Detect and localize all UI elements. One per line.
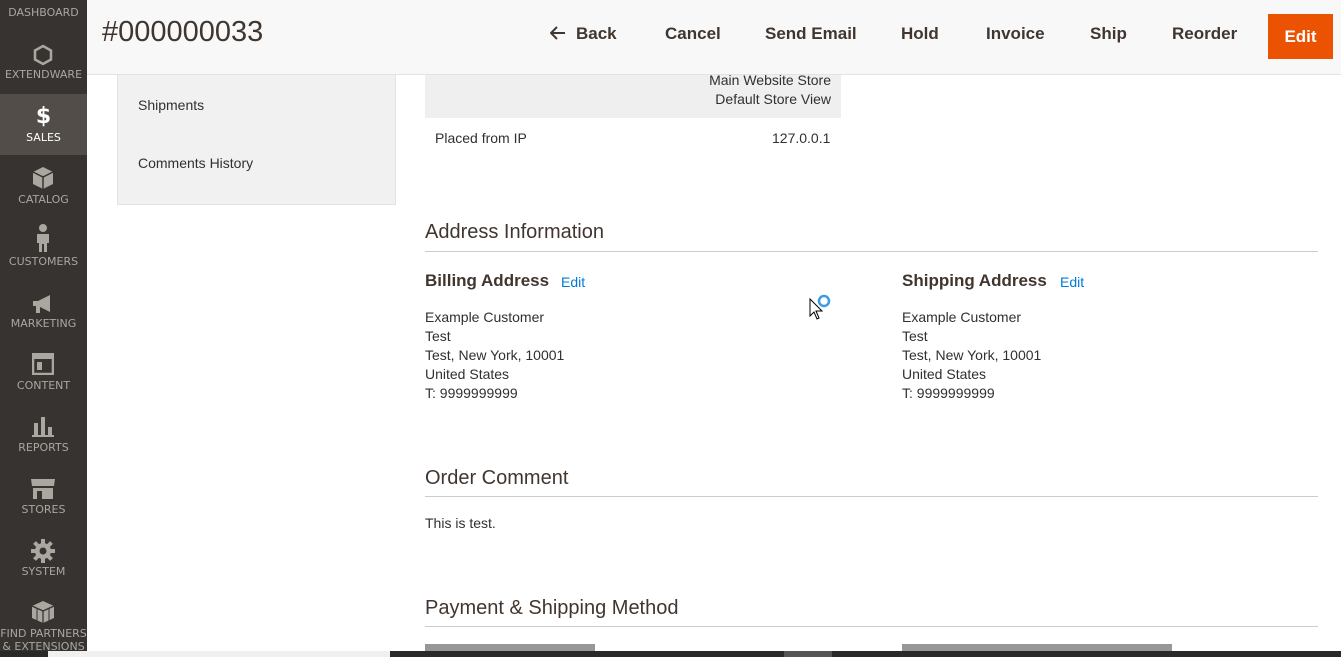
sidebar-item-extendware[interactable]: EXTENDWARE xyxy=(0,34,87,90)
page-actions-header: #000000033 Back Cancel Send Email Hold I… xyxy=(87,0,1341,75)
megaphone-icon xyxy=(33,295,50,313)
sidebar-item-label: MARKETING xyxy=(10,317,77,330)
hexagon-icon xyxy=(33,44,53,66)
page-title: #000000033 xyxy=(102,16,264,48)
sidebar-item-catalog[interactable]: CATALOG xyxy=(0,158,87,214)
billing-address-title: Billing Address xyxy=(425,271,550,290)
billing-line: Test, New York, 10001 xyxy=(425,347,565,363)
payment-shipping-title: Payment & Shipping Method xyxy=(425,597,679,619)
divider xyxy=(425,626,1318,627)
sidebar-item-content[interactable]: CONTENT xyxy=(0,344,87,400)
gear-icon xyxy=(31,539,55,563)
scrollbar-thumb[interactable] xyxy=(784,651,832,657)
sidebar-item-system[interactable]: SYSTEM xyxy=(0,530,87,586)
sidebar-item-find-partners[interactable]: FIND PARTNERS & EXTENSIONS xyxy=(0,592,87,657)
sidebar-item-label: SYSTEM xyxy=(21,565,66,578)
divider xyxy=(425,496,1318,497)
cancel-button[interactable]: Cancel xyxy=(665,24,721,44)
box-icon xyxy=(32,167,54,189)
order-comment-text: This is test. xyxy=(425,515,496,531)
back-button-label: Back xyxy=(576,24,617,43)
dollar-icon: $ xyxy=(35,104,52,129)
tab-comments-history[interactable]: Comments History xyxy=(138,155,253,171)
sidebar-item-stores[interactable]: STORES xyxy=(0,468,87,524)
shipping-edit-link[interactable]: Edit xyxy=(1060,274,1084,290)
mouse-cursor-icon xyxy=(809,294,831,320)
ship-button[interactable]: Ship xyxy=(1090,24,1127,44)
billing-line: T: 9999999999 xyxy=(425,385,518,401)
back-button[interactable]: Back xyxy=(549,24,617,44)
edit-button[interactable]: Edit xyxy=(1268,14,1333,59)
sidebar-item-label: CATALOG xyxy=(18,193,69,206)
placed-from-ip-label: Placed from IP xyxy=(435,130,527,146)
hold-button[interactable]: Hold xyxy=(901,24,939,44)
sidebar-item-sales[interactable]: $ SALES xyxy=(0,94,87,155)
billing-line: Test xyxy=(425,328,451,344)
horizontal-scrollbar[interactable] xyxy=(0,651,1341,657)
sidebar-item-label: EXTENDWARE xyxy=(4,68,83,81)
sidebar-item-label: CUSTOMERS xyxy=(8,255,79,268)
scrollbar-track-light xyxy=(48,651,390,657)
store-view: Default Store View xyxy=(715,91,831,107)
tab-shipments[interactable]: Shipments xyxy=(138,97,204,113)
order-tabs-panel: Shipments Comments History xyxy=(117,75,396,205)
sidebar-item-label: FIND PARTNERS xyxy=(0,627,87,640)
sidebar-item-marketing[interactable]: MARKETING xyxy=(0,282,87,338)
person-icon xyxy=(37,224,49,252)
bar-chart-icon xyxy=(32,417,54,437)
storefront-icon xyxy=(31,479,55,499)
sidebar-item-customers[interactable]: CUSTOMERS xyxy=(0,220,87,276)
blocks-icon xyxy=(31,601,55,623)
billing-line: Example Customer xyxy=(425,309,545,325)
arrow-left-icon xyxy=(549,26,565,40)
shipping-address-title: Shipping Address xyxy=(902,271,1047,290)
sidebar-item-label: STORES xyxy=(21,503,66,516)
billing-line: United States xyxy=(425,366,510,382)
invoice-button[interactable]: Invoice xyxy=(986,24,1045,44)
sidebar-item-dashboard[interactable]: DASHBOARD xyxy=(0,0,87,26)
sidebar-item-label: DASHBOARD xyxy=(8,6,79,19)
divider xyxy=(425,251,1318,252)
billing-edit-link[interactable]: Edit xyxy=(561,274,585,290)
sidebar-item-reports[interactable]: REPORTS xyxy=(0,406,87,462)
placed-from-ip-value: 127.0.0.1 xyxy=(772,130,831,146)
layout-icon xyxy=(32,353,54,375)
address-section-title: Address Information xyxy=(425,221,604,243)
sidebar-item-label: SALES xyxy=(26,131,61,144)
send-email-button[interactable]: Send Email xyxy=(765,24,857,44)
sidebar-item-label: CONTENT xyxy=(16,379,71,392)
admin-sidebar: DASHBOARD EXTENDWARE $ SALES CATALOG CUS… xyxy=(0,0,87,657)
shipping-line: T: 9999999999 xyxy=(902,385,995,401)
shipping-line: Test, New York, 10001 xyxy=(902,347,1042,363)
order-comment-title: Order Comment xyxy=(425,467,569,489)
store-name: Main Website Store xyxy=(709,72,831,88)
shipping-line: Example Customer xyxy=(902,309,1022,325)
purchased-from-cell: Main Website Store Default Store View xyxy=(425,72,841,118)
sidebar-item-label: REPORTS xyxy=(18,441,69,454)
reorder-button[interactable]: Reorder xyxy=(1172,24,1237,44)
shipping-line: Test xyxy=(902,328,928,344)
shipping-line: United States xyxy=(902,366,987,382)
